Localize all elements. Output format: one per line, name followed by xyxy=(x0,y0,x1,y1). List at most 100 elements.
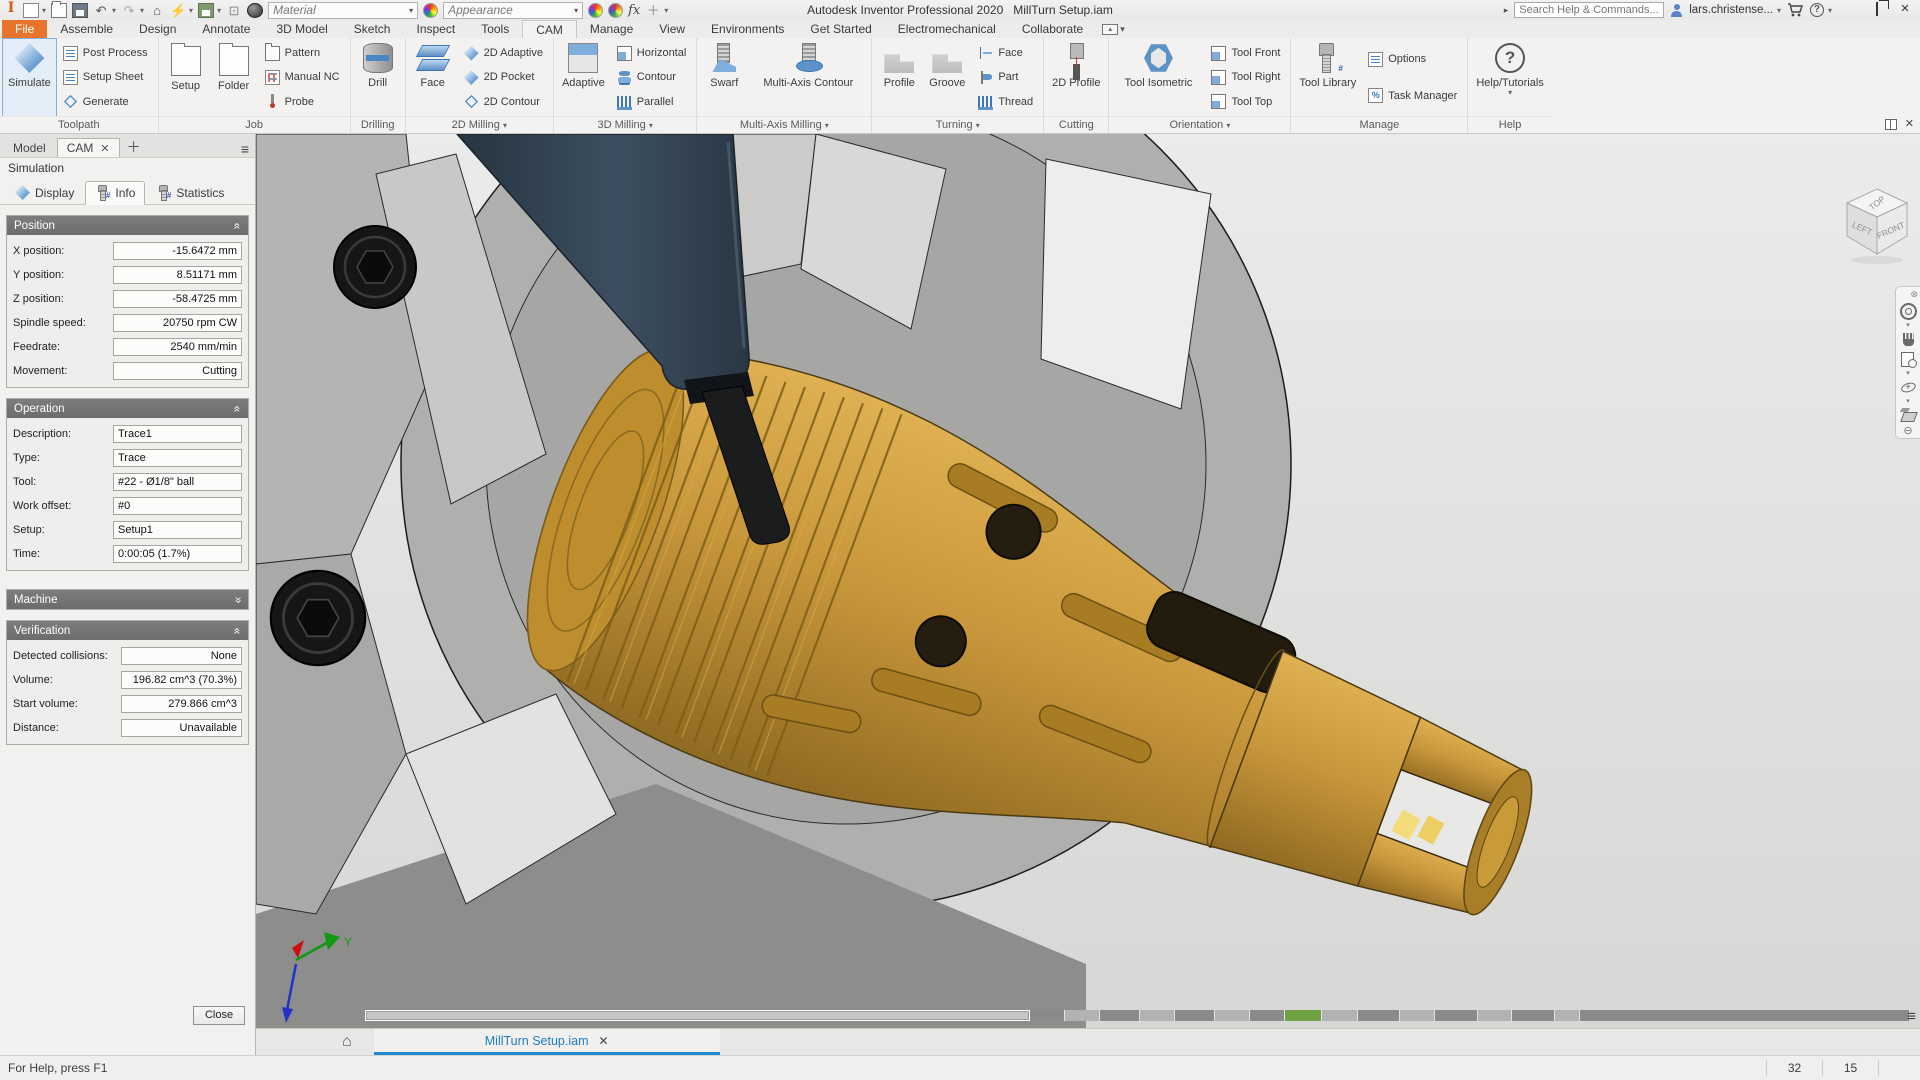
group-label-manage[interactable]: Manage xyxy=(1291,116,1467,133)
timeline-segment[interactable] xyxy=(1030,1010,1065,1021)
2d-contour-button[interactable]: 2D Contour xyxy=(461,92,546,112)
timeline-segment[interactable] xyxy=(1285,1010,1322,1021)
browser-menu-icon[interactable]: ≡ xyxy=(241,141,251,157)
qat-plus-icon[interactable]: ＋ xyxy=(645,3,661,18)
verification-section-header[interactable]: Verification« xyxy=(7,621,248,640)
undo-icon[interactable]: ↶ xyxy=(93,3,109,18)
face-button[interactable]: Face xyxy=(409,39,457,116)
tab-info[interactable]: #Info xyxy=(85,181,145,205)
tool-right-button[interactable]: Tool Right xyxy=(1208,67,1283,87)
redo-dropdown[interactable]: ▾ xyxy=(140,6,144,15)
timeline-segment[interactable] xyxy=(1400,1010,1435,1021)
parallel-button[interactable]: Parallel xyxy=(614,92,690,112)
color-wheel-icon[interactable] xyxy=(423,3,438,18)
adjust-appearance-icon[interactable] xyxy=(588,3,603,18)
2d-profile-button[interactable]: 2D Profile xyxy=(1047,39,1105,116)
user-name[interactable]: lars.christense... xyxy=(1689,4,1773,16)
position-section-header[interactable]: Position« xyxy=(7,216,248,235)
chevron-down-icon[interactable]: ▾ xyxy=(1906,323,1910,328)
tab-manage[interactable]: Manage xyxy=(577,20,646,38)
help-tutorials-button[interactable]: Help/Tutorials ▾ xyxy=(1471,39,1548,116)
zoom-icon[interactable] xyxy=(1900,351,1917,368)
simulation-timeline[interactable] xyxy=(365,1010,1910,1021)
orbit-icon[interactable] xyxy=(1900,379,1917,396)
simulate-button[interactable]: Simulate xyxy=(3,39,56,116)
chevron-down-icon[interactable]: ▾ xyxy=(1906,399,1910,404)
timeline-segment[interactable] xyxy=(1435,1010,1478,1021)
timeline-menu-icon[interactable]: ≡ xyxy=(1907,1009,1916,1024)
timeline-segment[interactable] xyxy=(1215,1010,1250,1021)
group-label-multi-axis-milling[interactable]: Multi-Axis Milling ▾ xyxy=(697,116,871,133)
tab-tools[interactable]: Tools xyxy=(468,20,522,38)
model-browser-tab[interactable]: Model xyxy=(4,139,55,157)
setup-sheet-button[interactable]: Setup Sheet xyxy=(60,67,151,87)
2d-pocket-button[interactable]: 2D Pocket xyxy=(461,67,546,87)
turning-groove-button[interactable]: Groove xyxy=(923,39,971,116)
add-browser-tab-button[interactable]: ＋ xyxy=(122,137,146,157)
tab-cam[interactable]: CAM xyxy=(522,20,577,38)
restore-button[interactable] xyxy=(1866,2,1888,18)
parameters-fx-icon[interactable]: fx xyxy=(628,3,640,18)
generate-button[interactable]: Generate xyxy=(60,92,151,112)
tool-isometric-button[interactable]: Tool Isometric xyxy=(1112,39,1204,116)
tab-electromechanical[interactable]: Electromechanical xyxy=(885,20,1009,38)
probe-button[interactable]: Probe xyxy=(262,92,343,112)
timeline-segment[interactable] xyxy=(1250,1010,1285,1021)
timeline-segment[interactable] xyxy=(1140,1010,1175,1021)
tab-environments[interactable]: Environments xyxy=(698,20,797,38)
group-label-orientation[interactable]: Orientation ▾ xyxy=(1109,116,1290,133)
tab-view[interactable]: View xyxy=(646,20,698,38)
timeline-segment[interactable] xyxy=(365,1010,1030,1021)
new-file-icon[interactable] xyxy=(23,3,39,18)
timeline-segment[interactable] xyxy=(1555,1010,1580,1021)
2d-adaptive-button[interactable]: 2D Adaptive xyxy=(461,43,546,63)
turning-part-button[interactable]: Part xyxy=(975,67,1036,87)
navbar-close-icon[interactable]: ⊗ xyxy=(1910,289,1918,300)
close-button[interactable]: ✕ xyxy=(1894,2,1916,18)
qat-customize-dropdown[interactable]: ▾ xyxy=(664,6,668,15)
redo-icon[interactable]: ↷ xyxy=(121,3,137,18)
document-tab-active[interactable]: MillTurn Setup.iam ✕ xyxy=(374,1029,720,1055)
tool-top-button[interactable]: Tool Top xyxy=(1208,92,1283,112)
group-label-drilling[interactable]: Drilling xyxy=(351,116,405,133)
tab-design[interactable]: Design xyxy=(126,20,189,38)
tab-inspect[interactable]: Inspect xyxy=(403,20,468,38)
export-dropdown[interactable]: ▾ xyxy=(217,6,221,15)
timeline-segment[interactable] xyxy=(1175,1010,1215,1021)
help-icon[interactable]: ? xyxy=(1810,3,1824,17)
adaptive-button[interactable]: Adaptive xyxy=(557,39,610,116)
timeline-segment[interactable] xyxy=(1322,1010,1358,1021)
render-sphere-icon[interactable] xyxy=(247,3,263,18)
turning-profile-button[interactable]: Profile xyxy=(875,39,923,116)
drill-button[interactable]: Drill xyxy=(354,39,402,116)
contour-button[interactable]: Contour xyxy=(614,67,690,87)
tab-statistics[interactable]: #Statistics xyxy=(147,182,233,204)
open-icon[interactable] xyxy=(51,3,67,18)
save-icon[interactable] xyxy=(72,3,88,18)
timeline-segment[interactable] xyxy=(1065,1010,1100,1021)
pattern-button[interactable]: Pattern xyxy=(262,43,343,63)
export-icon[interactable] xyxy=(198,3,214,18)
quick-update-icon[interactable]: ⚡ xyxy=(170,3,186,18)
close-icon[interactable]: ✕ xyxy=(100,142,109,155)
home-icon[interactable]: ⌂ xyxy=(149,3,165,18)
tab-sketch[interactable]: Sketch xyxy=(341,20,404,38)
timeline-segment[interactable] xyxy=(1512,1010,1555,1021)
close-icon[interactable]: ✕ xyxy=(599,1034,609,1048)
material-select[interactable]: Material ▾ xyxy=(268,2,418,19)
tab-collaborate[interactable]: Collaborate xyxy=(1009,20,1096,38)
tab-display[interactable]: Display xyxy=(6,182,83,204)
group-label-job[interactable]: Job xyxy=(159,116,350,133)
tab-3d-model[interactable]: 3D Model xyxy=(263,20,340,38)
appearance-select[interactable]: Appearance ▾ xyxy=(443,2,583,19)
close-document-icon[interactable]: ✕ xyxy=(1905,119,1914,130)
clear-appearance-icon[interactable] xyxy=(608,3,623,18)
pan-icon[interactable] xyxy=(1900,331,1917,348)
search-expand-icon[interactable]: ▸ xyxy=(1504,3,1509,18)
tab-file[interactable]: File xyxy=(2,20,47,38)
user-dropdown[interactable]: ▾ xyxy=(1777,6,1781,15)
group-label-cutting[interactable]: Cutting xyxy=(1044,116,1108,133)
tab-annotate[interactable]: Annotate xyxy=(189,20,263,38)
quick-update-dropdown[interactable]: ▾ xyxy=(189,6,193,15)
post-process-button[interactable]: Post Process xyxy=(60,43,151,63)
